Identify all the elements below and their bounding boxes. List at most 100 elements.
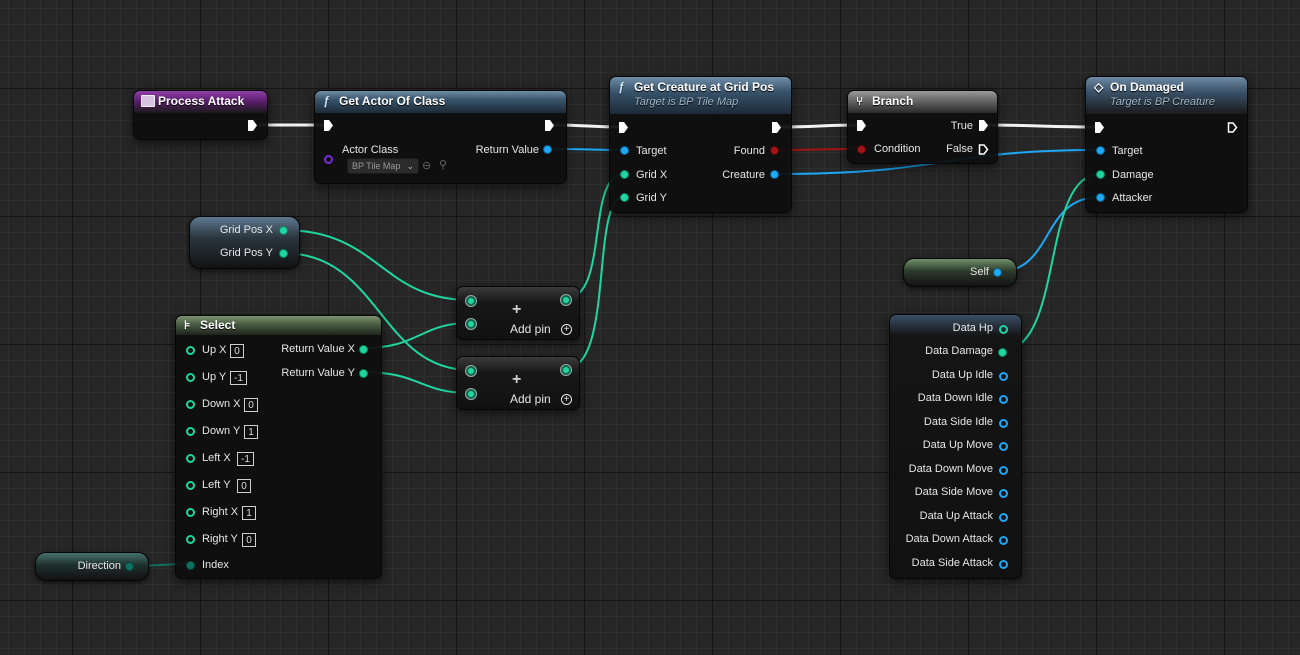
exec-wire-branch-true-to-ondamaged[interactable] [985,123,1099,129]
option-value-field[interactable]: 0 [242,533,256,547]
on-damaged-node[interactable]: ◇ On Damaged Target is BP Creature Targe… [1085,76,1248,213]
option-label: Up Y [202,371,227,383]
data-item-pin[interactable] [999,325,1008,334]
found-pin[interactable] [770,146,779,155]
option-value-field[interactable]: 1 [244,425,258,439]
actor-class-pin[interactable] [324,155,333,164]
add2-input-b-pin[interactable] [466,389,476,399]
add-pin-icon[interactable]: + [561,324,572,335]
add1-input-b-pin[interactable] [466,319,476,329]
data-item: Data Up Idle [890,369,1021,385]
data-item-pin[interactable] [999,489,1008,498]
exec-in-pin[interactable] [1094,122,1105,133]
branch-node[interactable]: ⑂ Branch True Condition False [847,90,998,164]
branch-header[interactable]: ⑂ Branch [848,91,997,113]
false-exec-pin[interactable] [978,144,989,155]
condition-pin[interactable] [857,145,866,154]
option-pin[interactable] [186,535,195,544]
return-value-y-pin[interactable] [359,369,368,378]
add-node-1[interactable]: + Add pin + [456,286,580,340]
data-item-pin[interactable] [999,513,1008,522]
option-value-field[interactable]: 0 [237,479,251,493]
process-attack-header[interactable]: Process Attack [134,91,267,113]
grid-x-pin[interactable] [620,170,629,179]
direction-node[interactable]: Direction [35,552,149,581]
int-wire-add2-to-gridy[interactable] [564,196,625,370]
add2-output-pin[interactable] [561,365,571,375]
grid-pos-y-label: Grid Pos Y [220,247,273,259]
creature-pin[interactable] [770,170,779,179]
option-value-field[interactable]: 1 [242,506,256,520]
grid-pos-x-pin[interactable] [279,226,288,235]
exec-out-pin[interactable] [1227,122,1238,133]
data-item-pin[interactable] [999,395,1008,404]
option-pin[interactable] [186,373,195,382]
option-pin[interactable] [186,481,195,490]
data-item-pin[interactable] [999,372,1008,381]
on-damaged-title: On Damaged [1110,80,1185,94]
add-pin-label[interactable]: Add pin [510,322,551,336]
option-value-field[interactable]: -1 [237,452,254,466]
get-actor-of-class-node[interactable]: ƒ Get Actor Of Class Actor Class BP Tile… [314,90,567,184]
add2-input-a-pin[interactable] [466,366,476,376]
use-selected-icon[interactable]: ⊖ [422,159,431,172]
self-pin[interactable] [993,268,1002,277]
grid-pos-y-pin[interactable] [279,249,288,258]
add-pin-icon[interactable]: + [561,394,572,405]
data-list-node[interactable]: Data Hp Data Damage Data Up Idle Data Do… [889,314,1022,579]
exec-in-pin[interactable] [323,120,334,131]
data-item-pin[interactable] [999,419,1008,428]
return-value-pin[interactable] [543,145,552,154]
grid-pos-node[interactable]: Grid Pos X Grid Pos Y [189,216,300,269]
index-pin[interactable] [186,561,195,570]
data-item-label: Data Down Idle [917,392,993,404]
option-pin[interactable] [186,427,195,436]
data-item-pin[interactable] [998,348,1007,357]
process-attack-node[interactable]: Process Attack [133,90,268,140]
select-header[interactable]: ⊧ Select [176,316,381,335]
browse-search-icon[interactable]: ⚲ [439,158,447,171]
false-label: False [946,143,973,155]
get-creature-header[interactable]: ƒ Get Creature at Grid Pos Target is BP … [610,77,791,114]
select-icon: ⊧ [184,318,191,332]
exec-in-pin[interactable] [856,120,867,131]
add-symbol: + [512,301,522,318]
data-item: Data Down Idle [890,392,1021,408]
get-actor-of-class-header[interactable]: ƒ Get Actor Of Class [315,91,566,113]
add1-input-a-pin[interactable] [466,296,476,306]
true-exec-pin[interactable] [978,120,989,131]
option-value-field[interactable]: 0 [244,398,258,412]
direction-pin[interactable] [125,562,134,571]
actor-class-dropdown[interactable]: BP Tile Map ⌄ [347,158,419,174]
self-node[interactable]: Self [903,258,1017,287]
exec-out-pin[interactable] [247,120,258,131]
attacker-pin[interactable] [1096,193,1105,202]
data-item-pin[interactable] [999,466,1008,475]
target-pin[interactable] [620,146,629,155]
option-pin[interactable] [186,346,195,355]
option-value-field[interactable]: 0 [230,344,244,358]
add-node-2[interactable]: + Add pin + [456,356,580,410]
damage-pin[interactable] [1096,170,1105,179]
option-pin[interactable] [186,508,195,517]
option-value-field[interactable]: -1 [230,371,247,385]
target-pin[interactable] [1096,146,1105,155]
option-pin[interactable] [186,400,195,409]
int-wire-gridposx-to-add1[interactable] [282,229,471,301]
data-item-pin[interactable] [999,442,1008,451]
data-item-pin[interactable] [999,560,1008,569]
exec-in-pin[interactable] [618,122,629,133]
option-pin[interactable] [186,454,195,463]
get-creature-node[interactable]: ƒ Get Creature at Grid Pos Target is BP … [609,76,792,213]
add1-output-pin[interactable] [561,295,571,305]
on-damaged-header[interactable]: ◇ On Damaged Target is BP Creature [1086,77,1247,114]
return-value-x-pin[interactable] [359,345,368,354]
data-item-pin[interactable] [999,536,1008,545]
exec-out-pin[interactable] [771,122,782,133]
add-pin-label[interactable]: Add pin [510,392,551,406]
exec-out-pin[interactable] [544,120,555,131]
grid-y-pin[interactable] [620,193,629,202]
data-item-label: Data Side Idle [923,416,993,428]
select-node[interactable]: ⊧ Select Up X 0 Up Y -1 Down X 0 Down Y … [175,315,382,579]
target-label: Target [636,145,667,157]
